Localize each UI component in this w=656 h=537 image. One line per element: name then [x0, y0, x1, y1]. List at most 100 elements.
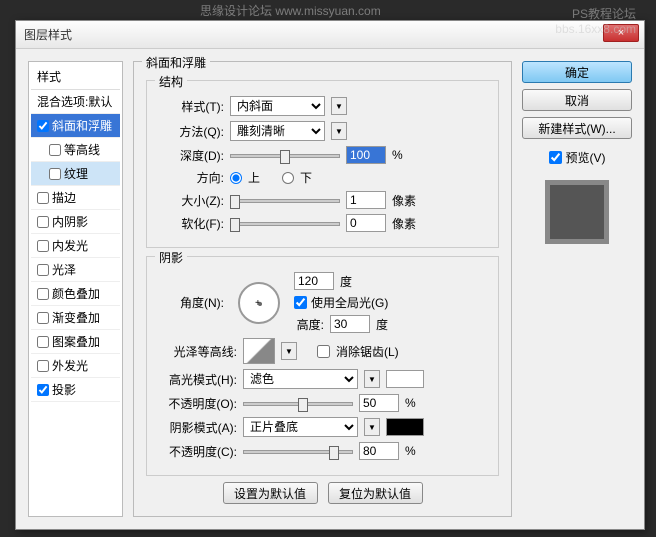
- altitude-label: 高度:: [294, 316, 324, 333]
- sidebar-checkbox-8[interactable]: [37, 312, 49, 324]
- bevel-title: 斜面和浮雕: [142, 54, 210, 71]
- sidebar-head[interactable]: 样式: [31, 64, 120, 90]
- angle-dial[interactable]: +: [238, 282, 280, 324]
- soften-input[interactable]: [346, 214, 386, 232]
- gloss-dd-icon[interactable]: ▼: [281, 342, 297, 360]
- sidebar-checkbox-9[interactable]: [37, 336, 49, 348]
- direction-down-radio[interactable]: [282, 172, 294, 184]
- highlight-opacity-label: 不透明度(O):: [159, 395, 237, 412]
- shadow-color-swatch[interactable]: [386, 418, 424, 436]
- sidebar-checkbox-6[interactable]: [37, 264, 49, 276]
- highlight-opacity-input[interactable]: [359, 394, 399, 412]
- soften-label: 软化(F):: [159, 215, 224, 232]
- global-light-checkbox[interactable]: [294, 296, 307, 309]
- highlight-opacity-slider[interactable]: [243, 394, 353, 412]
- soften-slider[interactable]: [230, 214, 340, 232]
- size-input[interactable]: [346, 191, 386, 209]
- shading-group: 阴影 角度(N): + 度 使用全局光(G): [146, 256, 499, 476]
- set-default-button[interactable]: 设置为默认值: [223, 482, 318, 504]
- sidebar-checkbox-0[interactable]: [37, 120, 49, 132]
- direction-up-radio[interactable]: [230, 172, 242, 184]
- sidebar-checkbox-1[interactable]: [49, 144, 61, 156]
- cancel-button[interactable]: 取消: [522, 89, 632, 111]
- direction-down-label: 下: [300, 169, 312, 186]
- sidebar-item-0[interactable]: 斜面和浮雕: [31, 114, 120, 138]
- sidebar-label-5: 内发光: [52, 237, 88, 254]
- shadow-opacity-label: 不透明度(C):: [159, 443, 237, 460]
- sidebar-item-2[interactable]: 纹理: [31, 162, 120, 186]
- layer-style-dialog: 图层样式 × 样式 混合选项:默认 斜面和浮雕等高线纹理描边内阴影内发光光泽颜色…: [15, 20, 645, 530]
- sidebar-label-4: 内阴影: [52, 213, 88, 230]
- sidebar-label-0: 斜面和浮雕: [52, 117, 112, 134]
- style-dd-icon[interactable]: ▼: [331, 97, 347, 115]
- sidebar-checkbox-10[interactable]: [37, 360, 49, 372]
- sidebar-item-1[interactable]: 等高线: [31, 138, 120, 162]
- angle-input[interactable]: [294, 272, 334, 290]
- style-label: 样式(T):: [159, 98, 224, 115]
- antialias-label: 消除锯齿(L): [336, 343, 399, 360]
- bevel-group: 斜面和浮雕 结构 样式(T): 内斜面 ▼ 方法(Q): 雕刻清晰 ▼ 深度(D…: [133, 61, 512, 517]
- sidebar-item-4[interactable]: 内阴影: [31, 210, 120, 234]
- shading-title: 阴影: [155, 249, 187, 266]
- hlmode-dd-icon[interactable]: ▼: [364, 370, 380, 388]
- tech-dd-icon[interactable]: ▼: [331, 122, 347, 140]
- style-select[interactable]: 内斜面: [230, 96, 325, 116]
- sidebar-checkbox-3[interactable]: [37, 192, 49, 204]
- antialias-checkbox[interactable]: [317, 345, 330, 358]
- gloss-contour-picker[interactable]: [243, 338, 275, 364]
- sidebar-label-9: 图案叠加: [52, 333, 100, 350]
- sidebar-label-2: 纹理: [64, 165, 88, 182]
- shadow-mode-select[interactable]: 正片叠底: [243, 417, 358, 437]
- new-style-button[interactable]: 新建样式(W)...: [522, 117, 632, 139]
- watermark-l1: PS教程论坛: [555, 5, 636, 22]
- sidebar-label-1: 等高线: [64, 141, 100, 158]
- sidebar-checkbox-7[interactable]: [37, 288, 49, 300]
- dialog-title: 图层样式: [24, 26, 72, 43]
- technique-label: 方法(Q):: [159, 123, 224, 140]
- sidebar-checkbox-2[interactable]: [49, 168, 61, 180]
- shmode-dd-icon[interactable]: ▼: [364, 418, 380, 436]
- sidebar-checkbox-11[interactable]: [37, 384, 49, 396]
- size-unit: 像素: [392, 192, 416, 209]
- depth-input[interactable]: [346, 146, 386, 164]
- sidebar-blend-options[interactable]: 混合选项:默认: [31, 90, 120, 114]
- main-panel: 斜面和浮雕 结构 样式(T): 内斜面 ▼ 方法(Q): 雕刻清晰 ▼ 深度(D…: [133, 61, 512, 517]
- sidebar-item-7[interactable]: 颜色叠加: [31, 282, 120, 306]
- titlebar[interactable]: 图层样式 ×: [16, 21, 644, 49]
- reset-default-button[interactable]: 复位为默认值: [328, 482, 423, 504]
- sidebar-item-10[interactable]: 外发光: [31, 354, 120, 378]
- angle-label: 角度(N):: [159, 294, 224, 311]
- sidebar-item-3[interactable]: 描边: [31, 186, 120, 210]
- sidebar-label-3: 描边: [52, 189, 76, 206]
- technique-select[interactable]: 雕刻清晰: [230, 121, 325, 141]
- altitude-input[interactable]: [330, 315, 370, 333]
- shadow-opacity-input[interactable]: [359, 442, 399, 460]
- hl-op-unit: %: [405, 396, 416, 410]
- size-slider[interactable]: [230, 191, 340, 209]
- gloss-contour-label: 光泽等高线:: [159, 343, 237, 360]
- sidebar-checkbox-5[interactable]: [37, 240, 49, 252]
- sidebar-checkbox-4[interactable]: [37, 216, 49, 228]
- sidebar-item-5[interactable]: 内发光: [31, 234, 120, 258]
- preview-label: 预览(V): [566, 149, 606, 166]
- global-light-label: 使用全局光(G): [311, 294, 388, 311]
- sh-op-unit: %: [405, 444, 416, 458]
- size-label: 大小(Z):: [159, 192, 224, 209]
- preview-swatch: [545, 180, 609, 244]
- highlight-mode-select[interactable]: 滤色: [243, 369, 358, 389]
- structure-title: 结构: [155, 73, 187, 90]
- sidebar-item-6[interactable]: 光泽: [31, 258, 120, 282]
- highlight-color-swatch[interactable]: [386, 370, 424, 388]
- sidebar-item-9[interactable]: 图案叠加: [31, 330, 120, 354]
- angle-unit: 度: [340, 273, 352, 290]
- depth-label: 深度(D):: [159, 147, 224, 164]
- watermark-top: 思缘设计论坛 www.missyuan.com: [200, 2, 381, 19]
- shadow-opacity-slider[interactable]: [243, 442, 353, 460]
- ok-button[interactable]: 确定: [522, 61, 632, 83]
- structure-group: 结构 样式(T): 内斜面 ▼ 方法(Q): 雕刻清晰 ▼ 深度(D):: [146, 80, 499, 248]
- depth-slider[interactable]: [230, 146, 340, 164]
- sidebar-item-11[interactable]: 投影: [31, 378, 120, 402]
- preview-checkbox[interactable]: [549, 151, 562, 164]
- sidebar-item-8[interactable]: 渐变叠加: [31, 306, 120, 330]
- sidebar-label-7: 颜色叠加: [52, 285, 100, 302]
